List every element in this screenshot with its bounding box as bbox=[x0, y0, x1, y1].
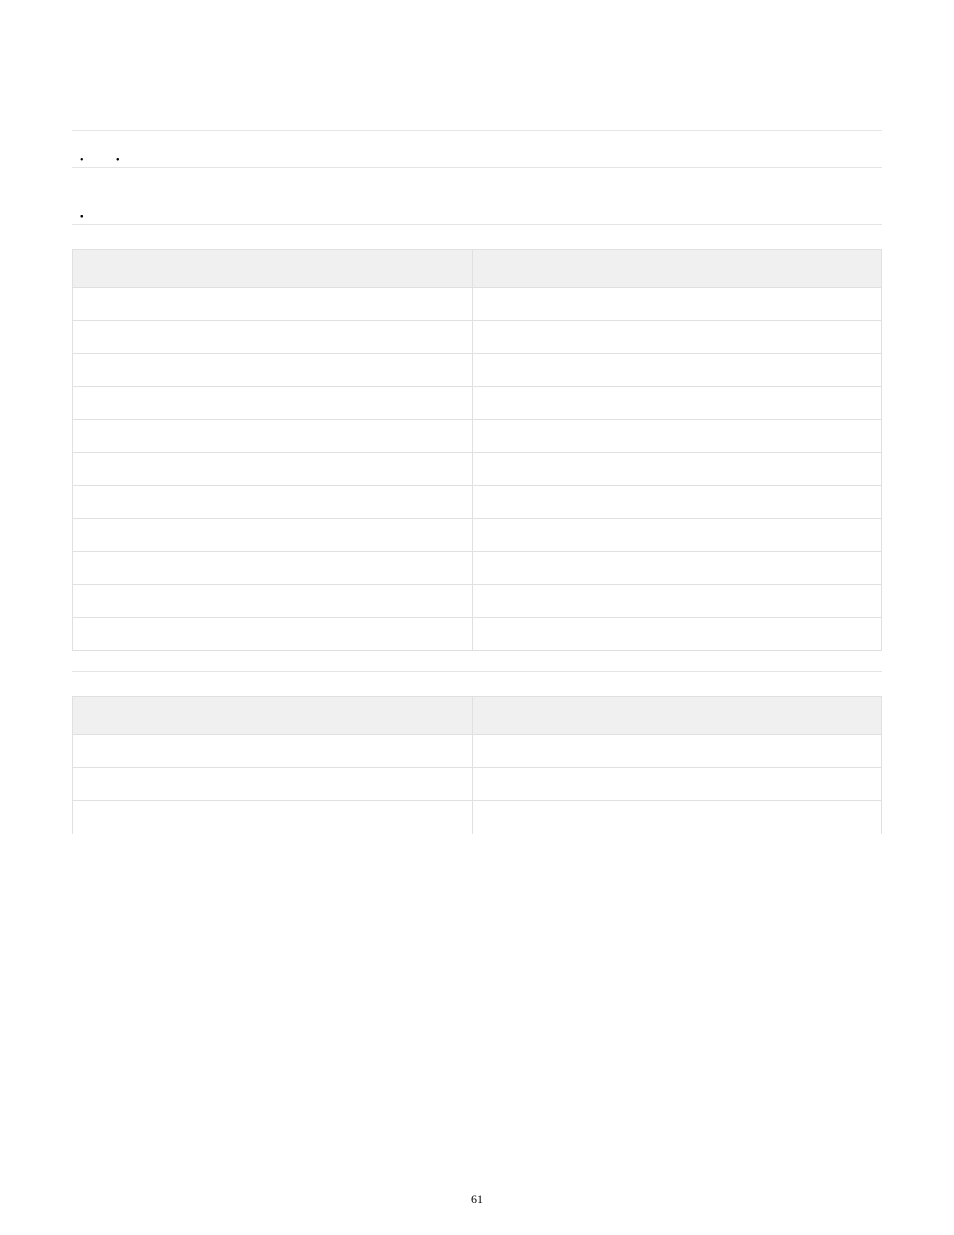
list-section-1 bbox=[72, 131, 882, 167]
table-cell bbox=[73, 453, 473, 486]
table-cell bbox=[473, 585, 882, 618]
table-cell bbox=[473, 486, 882, 519]
table-cell bbox=[73, 618, 473, 651]
table-cell bbox=[473, 735, 882, 768]
table-row bbox=[73, 519, 882, 552]
table-section-2 bbox=[72, 672, 882, 854]
table-cell bbox=[473, 618, 882, 651]
table-cell bbox=[473, 321, 882, 354]
data-table bbox=[72, 249, 882, 651]
table-cell bbox=[73, 801, 473, 834]
table-header-cell bbox=[73, 250, 473, 288]
table-row bbox=[73, 420, 882, 453]
table-header-cell bbox=[73, 697, 473, 735]
table-cell bbox=[73, 735, 473, 768]
table-cell bbox=[473, 288, 882, 321]
table-row bbox=[73, 453, 882, 486]
table-row bbox=[73, 768, 882, 801]
list-section-2 bbox=[72, 168, 882, 224]
table-row bbox=[73, 486, 882, 519]
data-table bbox=[72, 696, 882, 834]
table-cell bbox=[73, 486, 473, 519]
table-cell bbox=[73, 321, 473, 354]
table-cell bbox=[73, 354, 473, 387]
table-header-row bbox=[73, 250, 882, 288]
table-cell bbox=[473, 354, 882, 387]
table-cell bbox=[473, 768, 882, 801]
page-number: 61 bbox=[0, 1192, 954, 1207]
table-header-cell bbox=[473, 250, 882, 288]
table-row bbox=[73, 618, 882, 651]
table-cell bbox=[73, 552, 473, 585]
table-cell bbox=[73, 387, 473, 420]
table-cell bbox=[73, 288, 473, 321]
table-cell bbox=[473, 801, 882, 834]
table-row bbox=[73, 321, 882, 354]
table-header-cell bbox=[473, 697, 882, 735]
document-page bbox=[0, 0, 954, 854]
table-row bbox=[73, 735, 882, 768]
table-cell bbox=[473, 420, 882, 453]
table-cell bbox=[73, 585, 473, 618]
table-section-1 bbox=[72, 225, 882, 671]
table-row bbox=[73, 585, 882, 618]
table-cell bbox=[473, 387, 882, 420]
table-cell bbox=[473, 453, 882, 486]
table-cell bbox=[473, 519, 882, 552]
table-row bbox=[73, 288, 882, 321]
table-row bbox=[73, 387, 882, 420]
table-cell bbox=[73, 519, 473, 552]
table-row bbox=[73, 552, 882, 585]
table-row bbox=[73, 354, 882, 387]
table-cell bbox=[73, 768, 473, 801]
table-row bbox=[73, 801, 882, 834]
table-header-row bbox=[73, 697, 882, 735]
table-cell bbox=[73, 420, 473, 453]
table-cell bbox=[473, 552, 882, 585]
